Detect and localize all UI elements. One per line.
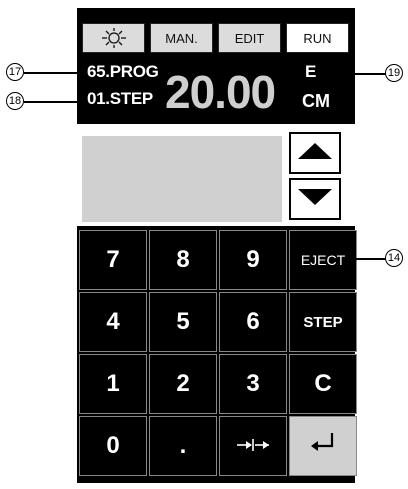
arrows-inward-icon: [235, 432, 271, 460]
down-button[interactable]: [289, 178, 341, 220]
triangle-up-icon: [297, 142, 333, 165]
step-button[interactable]: STEP: [289, 292, 357, 352]
key-4[interactable]: 4: [79, 292, 147, 352]
up-button[interactable]: [289, 132, 341, 174]
edit-button[interactable]: EDIT: [218, 23, 281, 53]
input-field[interactable]: [82, 136, 282, 222]
key-1[interactable]: 1: [79, 354, 147, 414]
key-2[interactable]: 2: [149, 354, 217, 414]
callout-17-label: 17: [6, 63, 24, 81]
key-9[interactable]: 9: [219, 230, 287, 290]
control-panel: MAN. EDIT RUN 65.PROG 01.STEP 20.00 E CM…: [77, 8, 357, 483]
unit-label: CM: [302, 91, 330, 111]
callout-18-line: [24, 101, 86, 103]
enter-button[interactable]: [289, 416, 357, 476]
readout-display: 65.PROG 01.STEP 20.00 E CM: [77, 58, 355, 124]
key-0[interactable]: 0: [79, 416, 147, 476]
key-5[interactable]: 5: [149, 292, 217, 352]
manual-button[interactable]: MAN.: [150, 23, 213, 53]
eject-button[interactable]: EJECT: [289, 230, 357, 290]
key-6[interactable]: 6: [219, 292, 287, 352]
unit-mode: E: [305, 62, 317, 81]
callout-19-line: [318, 73, 386, 75]
input-area: [77, 124, 355, 226]
key-decimal[interactable]: .: [149, 416, 217, 476]
callout-14-line: [344, 258, 386, 260]
callout-17-line: [24, 72, 86, 74]
light-button[interactable]: [82, 23, 145, 53]
keypad: 7 8 9 EJECT 4 5 6 STEP 1 2 3 C 0 .: [77, 226, 357, 483]
space-button[interactable]: [219, 416, 287, 476]
key-3[interactable]: 3: [219, 354, 287, 414]
run-button[interactable]: RUN: [286, 23, 349, 53]
mode-bar: MAN. EDIT RUN: [77, 20, 355, 60]
callout-19-label: 19: [385, 64, 403, 82]
program-number: 65.PROG: [87, 62, 159, 81]
callout-14-label: 14: [385, 249, 403, 267]
position-value: 20.00: [165, 66, 276, 118]
clear-button[interactable]: C: [289, 354, 357, 414]
key-8[interactable]: 8: [149, 230, 217, 290]
step-number: 01.STEP: [87, 89, 153, 108]
triangle-down-icon: [297, 188, 333, 211]
light-bulb-icon: [99, 27, 129, 49]
callout-18-label: 18: [6, 92, 24, 110]
key-7[interactable]: 7: [79, 230, 147, 290]
enter-return-icon: [308, 431, 338, 462]
